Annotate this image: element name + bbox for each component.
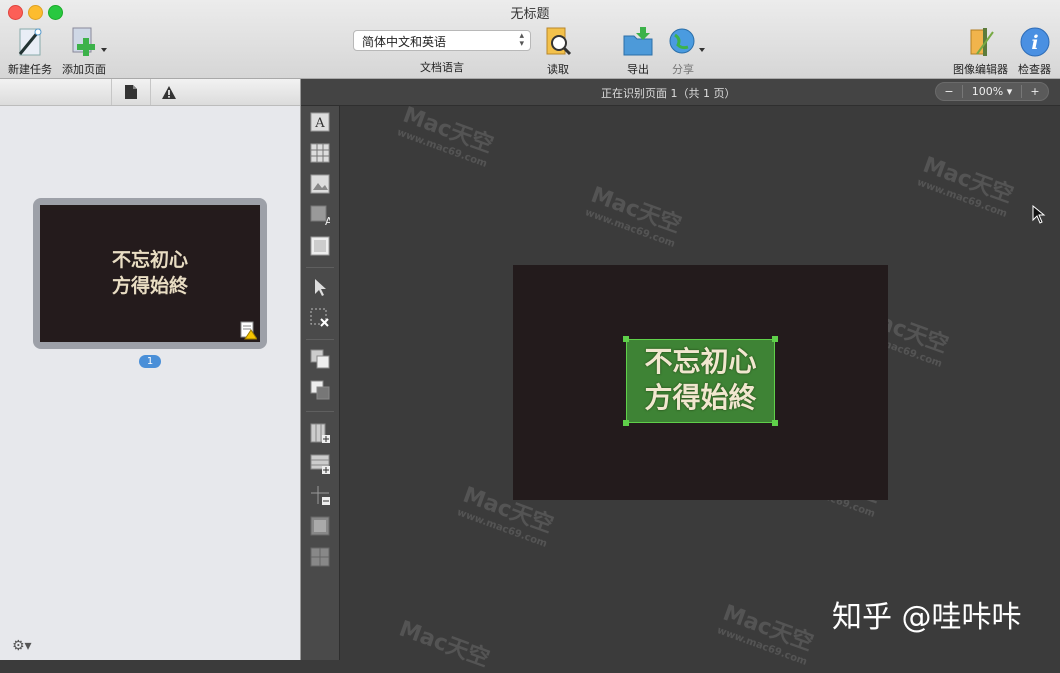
document-page[interactable]: 不忘初心 方得始終 [513,265,888,500]
zoom-in-button[interactable]: + [1022,85,1048,98]
gear-icon[interactable]: ⚙▾ [12,638,32,654]
toolbar: 无标题 新建任务 添加页面 简体中文和英语 ▴▾ 文档语言 读取 导出 分享 [0,0,1060,79]
add-page-icon [68,26,107,58]
split-cells-icon[interactable] [310,485,330,505]
language-select[interactable]: 简体中文和英语 ▴ ▾ [353,30,531,51]
subtract-region-icon[interactable] [310,380,330,400]
page-sidebar: 不忘初心 方得始終 1 ⚙▾ [0,79,301,660]
page-thumbnail[interactable]: 不忘初心 方得始終 [33,198,267,349]
add-page-button[interactable]: 添加页面 [62,26,107,77]
image-editor-icon [965,26,997,58]
barcode-area-icon[interactable] [310,236,330,256]
recognition-status: 正在识别页面 1（共 1 页） [601,87,736,100]
new-task-button[interactable]: 新建任务 [8,26,52,77]
add-column-icon[interactable] [310,423,330,443]
credit-watermark: 知乎 @哇咔咔 [832,600,1022,635]
text-area-selection[interactable]: 不忘初心 方得始終 [623,336,778,426]
watermark: Mac天空www.mac69.com [915,152,1017,220]
folder-export-icon [622,26,654,58]
delete-area-icon[interactable] [310,308,330,328]
warning-icon [162,85,176,99]
mouse-cursor-icon [1032,205,1046,224]
page-number-badge: 1 [139,355,161,368]
resize-handle[interactable] [772,420,778,426]
select-arrow-icon[interactable] [310,277,330,297]
watermark: Mac天空www.mac69.com [583,182,685,250]
watermark: Mac天空www.mac69.com [715,600,817,668]
table-area-icon[interactable] [310,143,330,163]
document-canvas[interactable]: Mac天空 www.mac69.com Mac天空 www.mac69.com Ma… [340,103,1060,672]
share-button[interactable]: 分享 [667,26,705,77]
picture-area-icon[interactable] [310,174,330,194]
read-button[interactable]: 读取 [542,26,574,77]
sidebar-tabs [0,79,300,106]
tab-pages[interactable] [111,79,151,105]
zoom-level-select[interactable]: 100% ▾ [962,85,1022,98]
tab-warnings[interactable] [150,79,188,105]
merge-cells-icon[interactable] [310,516,330,536]
canvas-header: 正在识别页面 1（共 1 页） − 100% ▾ + [301,79,1060,106]
language-label: 文档语言 [420,61,464,74]
resize-handle[interactable] [623,336,629,342]
updown-arrows-icon: ▴ ▾ [519,31,524,49]
zoom-out-button[interactable]: − [936,85,962,98]
resize-handle[interactable] [772,336,778,342]
table-grid-icon[interactable] [310,547,330,567]
inspector-button[interactable]: i 检查器 [1018,26,1051,77]
zoom-control: − 100% ▾ + [935,82,1049,101]
watermark: Mac天空www.mac69.com [395,102,497,170]
export-button[interactable]: 导出 [622,26,654,77]
svg-text:A: A [325,215,330,225]
page-warning-icon [240,321,258,340]
add-region-icon[interactable] [310,349,330,369]
globe-share-icon [667,26,705,58]
magic-wand-icon [14,26,46,58]
read-icon [542,26,574,58]
window-title: 无标题 [510,7,550,22]
document-icon [125,85,137,99]
resize-handle[interactable] [623,420,629,426]
image-editor-button[interactable]: 图像编辑器 [953,26,1008,77]
recognized-text: 不忘初心 方得始終 [644,345,757,414]
background-picture-icon[interactable]: A [310,205,330,225]
text-area-icon[interactable]: A [310,112,330,132]
svg-text:A: A [314,116,325,131]
svg-text:i: i [1031,32,1038,54]
info-icon: i [1019,26,1051,58]
area-tools: A A [301,79,340,660]
add-row-icon[interactable] [310,454,330,474]
watermark: Mac天空 [395,616,493,673]
